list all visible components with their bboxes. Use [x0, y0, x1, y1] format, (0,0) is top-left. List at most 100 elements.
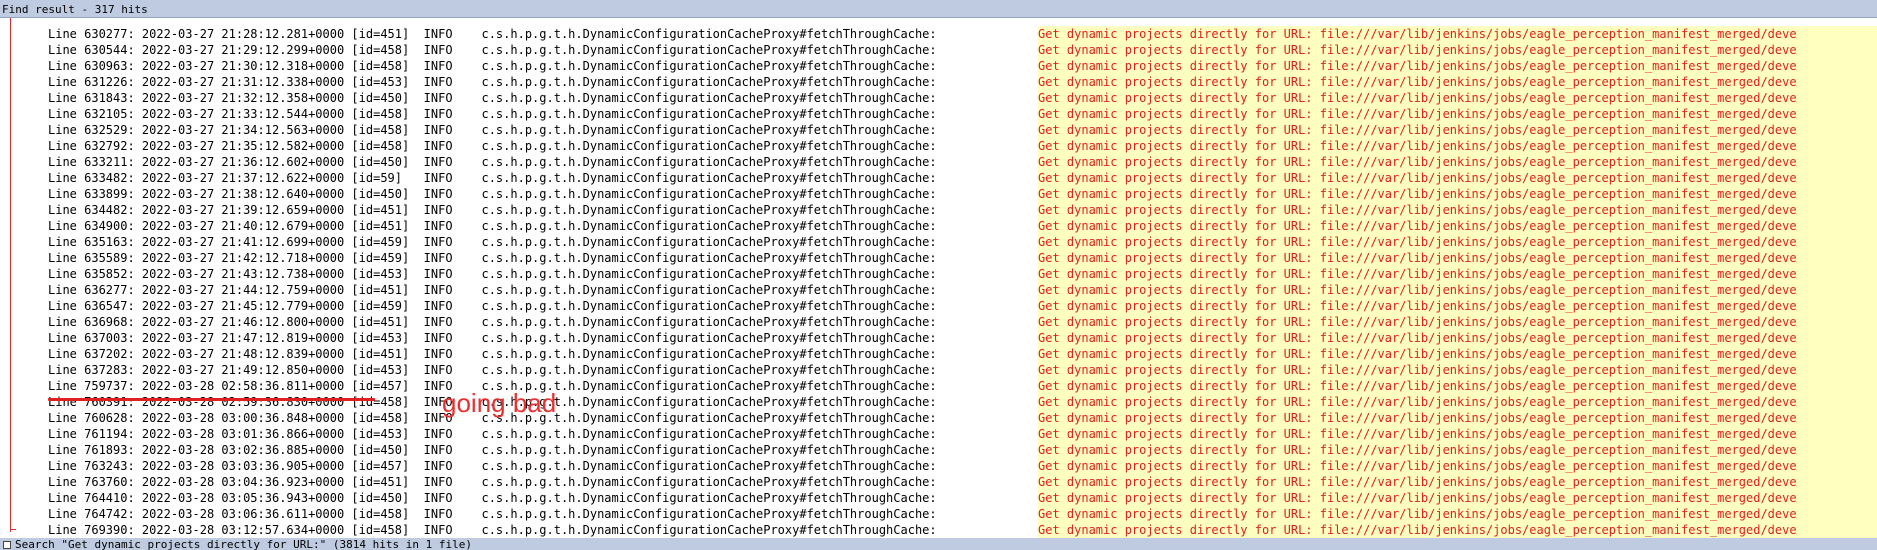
result-line-match: Get dynamic projects directly for URL: f…: [1038, 58, 1877, 74]
result-line-prefix: Line 632529: 2022-03-27 21:34:12.563+000…: [48, 123, 944, 137]
result-row[interactable]: Line 637202: 2022-03-27 21:48:12.839+000…: [0, 346, 1877, 362]
result-line-prefix: Line 763760: 2022-03-28 03:04:36.923+000…: [48, 475, 944, 489]
collapse-toggle-icon[interactable]: [3, 541, 11, 549]
result-line-match: Get dynamic projects directly for URL: f…: [1038, 234, 1877, 250]
result-line-prefix: Line 763243: 2022-03-28 03:03:36.905+000…: [48, 459, 944, 473]
result-line-prefix: Line 634900: 2022-03-27 21:40:12.679+000…: [48, 219, 944, 233]
result-line-prefix: Line 633899: 2022-03-27 21:38:12.640+000…: [48, 187, 944, 201]
result-line-match: Get dynamic projects directly for URL: f…: [1038, 394, 1877, 410]
result-line-prefix: Line 632792: 2022-03-27 21:35:12.582+000…: [48, 139, 944, 153]
result-line-prefix: Line 761893: 2022-03-28 03:02:36.885+000…: [48, 443, 944, 457]
result-line-prefix: Line 637283: 2022-03-27 21:49:12.850+000…: [48, 363, 944, 377]
result-line-prefix: Line 631843: 2022-03-27 21:32:12.358+000…: [48, 91, 944, 105]
result-line-match: Get dynamic projects directly for URL: f…: [1038, 202, 1877, 218]
result-line-match: Get dynamic projects directly for URL: f…: [1038, 426, 1877, 442]
result-line-match: Get dynamic projects directly for URL: f…: [1038, 42, 1877, 58]
result-line-match: Get dynamic projects directly for URL: f…: [1038, 362, 1877, 378]
result-line-match: Get dynamic projects directly for URL: f…: [1038, 106, 1877, 122]
result-line-match: Get dynamic projects directly for URL: f…: [1038, 74, 1877, 90]
result-line-prefix: Line 769390: 2022-03-28 03:12:57.634+000…: [48, 523, 944, 537]
annotation-underline: [48, 398, 375, 401]
result-row[interactable]: Line 759737: 2022-03-28 02:58:36.811+000…: [0, 378, 1877, 394]
result-line-match: Get dynamic projects directly for URL: f…: [1038, 314, 1877, 330]
result-line-prefix: Line 636547: 2022-03-27 21:45:12.779+000…: [48, 299, 944, 313]
result-line-prefix: Line 637202: 2022-03-27 21:48:12.839+000…: [48, 347, 944, 361]
result-line-match: Get dynamic projects directly for URL: f…: [1038, 26, 1877, 42]
result-line-match: Get dynamic projects directly for URL: f…: [1038, 442, 1877, 458]
find-result-title: Find result - 317 hits: [2, 3, 148, 16]
result-line-match: Get dynamic projects directly for URL: f…: [1038, 122, 1877, 138]
result-line-match: Get dynamic projects directly for URL: f…: [1038, 298, 1877, 314]
result-row[interactable]: Line 631843: 2022-03-27 21:32:12.358+000…: [0, 90, 1877, 106]
annotation-label: going bad: [442, 388, 557, 418]
result-line-match: Get dynamic projects directly for URL: f…: [1038, 458, 1877, 474]
result-row[interactable]: Line 637003: 2022-03-27 21:47:12.819+000…: [0, 330, 1877, 346]
result-row[interactable]: Line 630277: 2022-03-27 21:28:12.281+000…: [0, 26, 1877, 42]
result-line-prefix: Line 631226: 2022-03-27 21:31:12.338+000…: [48, 75, 944, 89]
result-row[interactable]: Line 632105: 2022-03-27 21:33:12.544+000…: [0, 106, 1877, 122]
result-row[interactable]: Line 630544: 2022-03-27 21:29:12.299+000…: [0, 42, 1877, 58]
result-row[interactable]: Line 634900: 2022-03-27 21:40:12.679+000…: [0, 218, 1877, 234]
result-row[interactable]: Line 636968: 2022-03-27 21:46:12.800+000…: [0, 314, 1877, 330]
result-row[interactable]: Line 764410: 2022-03-28 03:05:36.943+000…: [0, 490, 1877, 506]
result-line-prefix: Line 630277: 2022-03-27 21:28:12.281+000…: [48, 27, 944, 41]
result-row[interactable]: Line 764742: 2022-03-28 03:06:36.611+000…: [0, 506, 1877, 522]
result-row[interactable]: Line 632792: 2022-03-27 21:35:12.582+000…: [0, 138, 1877, 154]
search-result-label: Search "Get dynamic projects directly fo…: [15, 538, 472, 550]
result-row[interactable]: Line 635589: 2022-03-27 21:42:12.718+000…: [0, 250, 1877, 266]
result-line-match: Get dynamic projects directly for URL: f…: [1038, 330, 1877, 346]
result-row[interactable]: Line 636547: 2022-03-27 21:45:12.779+000…: [0, 298, 1877, 314]
result-row[interactable]: Line 761893: 2022-03-28 03:02:36.885+000…: [0, 442, 1877, 458]
result-row[interactable]: Line 633482: 2022-03-27 21:37:12.622+000…: [0, 170, 1877, 186]
result-line-match: Get dynamic projects directly for URL: f…: [1038, 410, 1877, 426]
result-line-match: Get dynamic projects directly for URL: f…: [1038, 138, 1877, 154]
result-row[interactable]: Line 760391: 2022-03-28 02:59:36.830+000…: [0, 394, 1877, 410]
result-line-prefix: Line 636968: 2022-03-27 21:46:12.800+000…: [48, 315, 944, 329]
find-result-header[interactable]: Find result - 317 hits: [0, 0, 1877, 18]
result-line-prefix: Line 635163: 2022-03-27 21:41:12.699+000…: [48, 235, 944, 249]
result-line-prefix: Line 634482: 2022-03-27 21:39:12.659+000…: [48, 203, 944, 217]
result-line-prefix: Line 637003: 2022-03-27 21:47:12.819+000…: [48, 331, 944, 345]
result-row[interactable]: Line 634482: 2022-03-27 21:39:12.659+000…: [0, 202, 1877, 218]
result-line-match: Get dynamic projects directly for URL: f…: [1038, 522, 1877, 538]
result-row[interactable]: Line 763760: 2022-03-28 03:04:36.923+000…: [0, 474, 1877, 490]
result-line-match: Get dynamic projects directly for URL: f…: [1038, 378, 1877, 394]
result-row[interactable]: Line 760628: 2022-03-28 03:00:36.848+000…: [0, 410, 1877, 426]
result-row[interactable]: Line 637283: 2022-03-27 21:49:12.850+000…: [0, 362, 1877, 378]
result-line-prefix: Line 635589: 2022-03-27 21:42:12.718+000…: [48, 251, 944, 265]
results-list[interactable]: Line 630277: 2022-03-27 21:28:12.281+000…: [0, 18, 1877, 538]
result-row[interactable]: Line 630963: 2022-03-27 21:30:12.318+000…: [0, 58, 1877, 74]
result-line-prefix: Line 764410: 2022-03-28 03:05:36.943+000…: [48, 491, 944, 505]
result-line-prefix: Line 635852: 2022-03-27 21:43:12.738+000…: [48, 267, 944, 281]
result-line-prefix: Line 636277: 2022-03-27 21:44:12.759+000…: [48, 283, 944, 297]
result-line-match: Get dynamic projects directly for URL: f…: [1038, 490, 1877, 506]
result-line-match: Get dynamic projects directly for URL: f…: [1038, 170, 1877, 186]
result-line-match: Get dynamic projects directly for URL: f…: [1038, 218, 1877, 234]
result-line-match: Get dynamic projects directly for URL: f…: [1038, 474, 1877, 490]
result-line-prefix: Line 630544: 2022-03-27 21:29:12.299+000…: [48, 43, 944, 57]
result-row[interactable]: Line 761194: 2022-03-28 03:01:36.866+000…: [0, 426, 1877, 442]
result-line-match: Get dynamic projects directly for URL: f…: [1038, 90, 1877, 106]
result-row[interactable]: Line 636277: 2022-03-27 21:44:12.759+000…: [0, 282, 1877, 298]
result-row[interactable]: Line 635163: 2022-03-27 21:41:12.699+000…: [0, 234, 1877, 250]
result-line-match: Get dynamic projects directly for URL: f…: [1038, 266, 1877, 282]
result-row[interactable]: Line 633211: 2022-03-27 21:36:12.602+000…: [0, 154, 1877, 170]
result-line-match: Get dynamic projects directly for URL: f…: [1038, 186, 1877, 202]
result-row[interactable]: Line 631226: 2022-03-27 21:31:12.338+000…: [0, 74, 1877, 90]
result-line-match: Get dynamic projects directly for URL: f…: [1038, 154, 1877, 170]
result-line-prefix: Line 764742: 2022-03-28 03:06:36.611+000…: [48, 507, 944, 521]
result-line-prefix: Line 632105: 2022-03-27 21:33:12.544+000…: [48, 107, 944, 121]
result-line-prefix: Line 761194: 2022-03-28 03:01:36.866+000…: [48, 427, 944, 441]
result-line-prefix: Line 633211: 2022-03-27 21:36:12.602+000…: [48, 155, 944, 169]
result-row[interactable]: Line 635852: 2022-03-27 21:43:12.738+000…: [0, 266, 1877, 282]
result-line-match: Get dynamic projects directly for URL: f…: [1038, 346, 1877, 362]
result-line-match: Get dynamic projects directly for URL: f…: [1038, 282, 1877, 298]
result-line-prefix: Line 633482: 2022-03-27 21:37:12.622+000…: [48, 171, 944, 185]
result-row[interactable]: Line 763243: 2022-03-28 03:03:36.905+000…: [0, 458, 1877, 474]
result-line-match: Get dynamic projects directly for URL: f…: [1038, 506, 1877, 522]
result-row[interactable]: Line 769390: 2022-03-28 03:12:57.634+000…: [0, 522, 1877, 538]
result-row[interactable]: Line 633899: 2022-03-27 21:38:12.640+000…: [0, 186, 1877, 202]
result-row[interactable]: Line 632529: 2022-03-27 21:34:12.563+000…: [0, 122, 1877, 138]
search-result-bar[interactable]: Search "Get dynamic projects directly fo…: [0, 538, 1877, 550]
result-line-match: Get dynamic projects directly for URL: f…: [1038, 250, 1877, 266]
